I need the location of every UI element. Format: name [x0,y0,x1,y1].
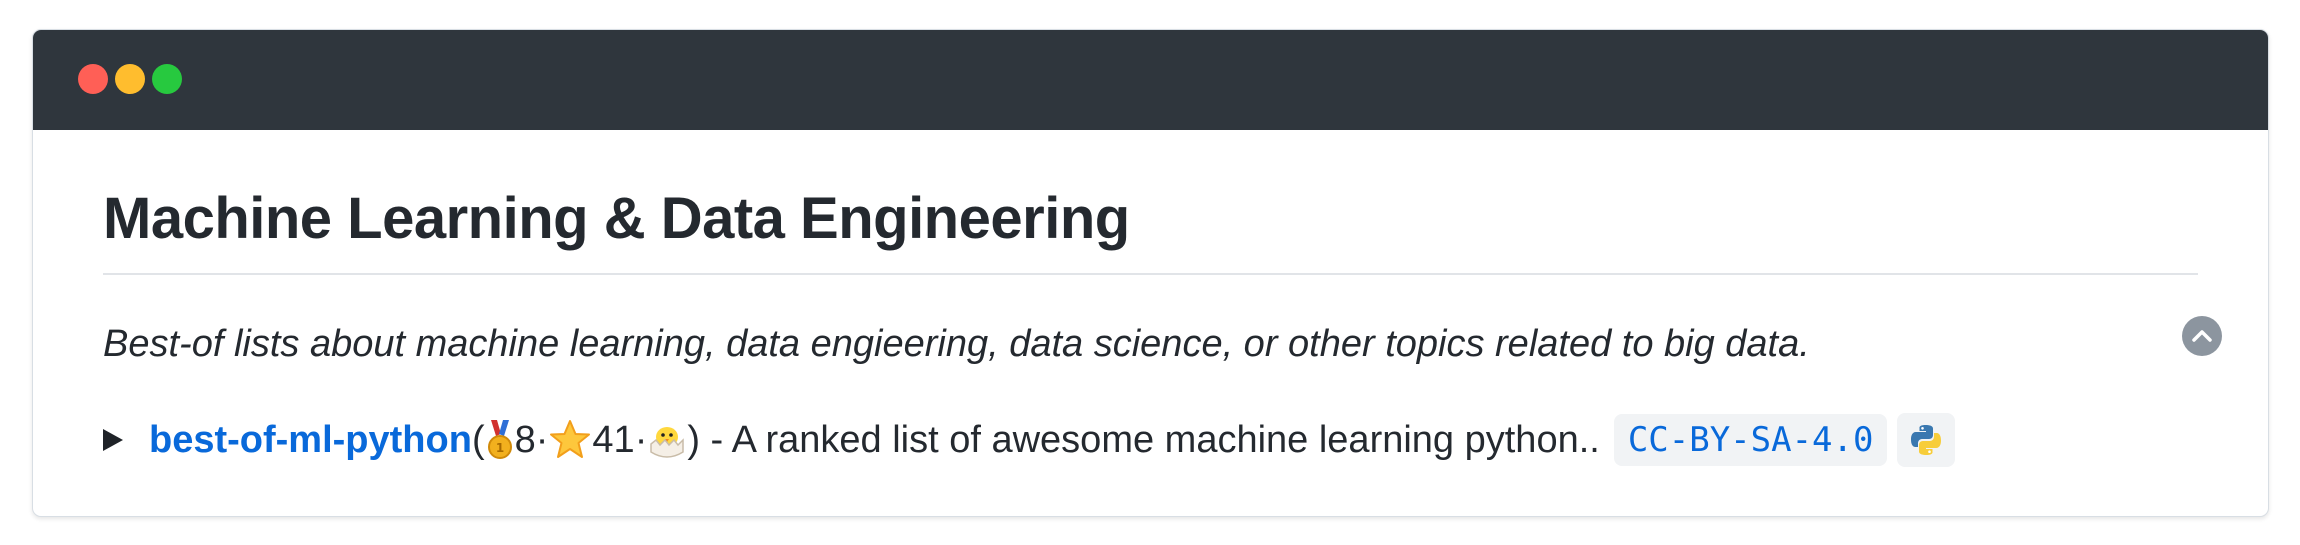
star-icon [550,420,591,458]
window-titlebar [33,30,2268,130]
chevron-up-icon [2192,330,2212,342]
hatching-chick-icon [650,427,685,458]
browser-window: Machine Learning & Data Engineering Best… [32,29,2269,517]
window-controls [78,64,182,94]
license-badge: CC-BY-SA-4.0 [1613,414,1888,466]
separator: · [634,419,648,461]
gold-medal-icon: 1 [487,420,512,459]
section-title: Machine Learning & Data Engineering [103,130,2198,275]
separator: · [535,419,549,461]
collapse-button[interactable] [2182,316,2222,356]
medal-count: 8 [514,419,536,461]
svg-text:1: 1 [495,441,503,455]
python-icon [1911,425,1942,455]
open-paren: ( [471,419,485,461]
star-count: 41 [592,419,635,461]
expand-caret-icon[interactable] [103,429,123,451]
language-badge [1897,413,1956,467]
maximize-window-button[interactable] [152,64,182,94]
project-link[interactable]: best-of-ml-python [149,416,472,464]
close-window-button[interactable] [78,64,108,94]
minimize-window-button[interactable] [115,64,145,94]
entry-description: ) - A ranked list of awesome machine lea… [687,419,1600,461]
section-content: Machine Learning & Data Engineering Best… [33,130,2268,467]
list-item: best-of-ml-python ( 1 8 · 41 ·) - A ran… [103,413,2198,467]
section-description: Best-of lists about machine learning, da… [103,323,1810,365]
